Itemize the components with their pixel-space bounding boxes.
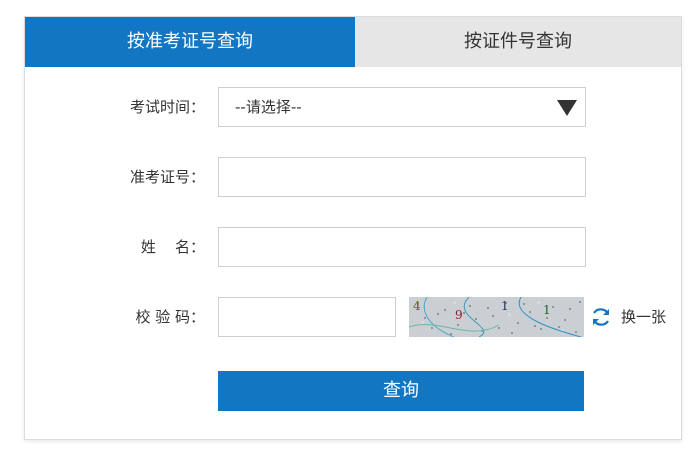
query-tabs: 按准考证号查询 按证件号查询 [25,17,681,67]
ticket-number-label: 准考证号： [129,168,205,186]
name-row: 姓 名： [25,227,681,267]
captcha-char-1: 4 [413,299,421,313]
captcha-char-2: 9 [455,308,463,322]
name-label: 姓 名： [140,238,205,256]
captcha-row: 校 验 码： 4 9 1 1 换一张 [25,297,681,337]
captcha-char-3: 1 [501,299,509,313]
query-button[interactable]: 查询 [218,371,584,411]
tab-id-number[interactable]: 按证件号查询 [355,17,681,67]
exam-time-select[interactable]: --请选择-- [218,87,586,127]
tab-ticket-number[interactable]: 按准考证号查询 [25,17,355,67]
captcha-graphic: 4 9 1 1 [409,297,584,337]
ticket-number-row: 准考证号： [25,157,681,197]
exam-time-label: 考试时间： [129,98,205,116]
triangle-down-icon [557,100,577,116]
captcha-label: 校 验 码： [135,308,205,326]
captcha-image[interactable]: 4 9 1 1 [409,297,584,337]
ticket-number-input[interactable] [218,157,586,197]
captcha-input[interactable] [218,297,396,337]
exam-time-selected: --请选择-- [235,98,302,116]
refresh-icon[interactable] [590,306,612,328]
refresh-captcha-link[interactable]: 换一张 [621,297,666,337]
captcha-char-4: 1 [543,303,551,317]
query-panel: 按准考证号查询 按证件号查询 考试时间： --请选择-- 准考证号： 姓 名： … [24,16,682,440]
name-input[interactable] [218,227,586,267]
exam-time-row: 考试时间： --请选择-- [25,87,681,127]
